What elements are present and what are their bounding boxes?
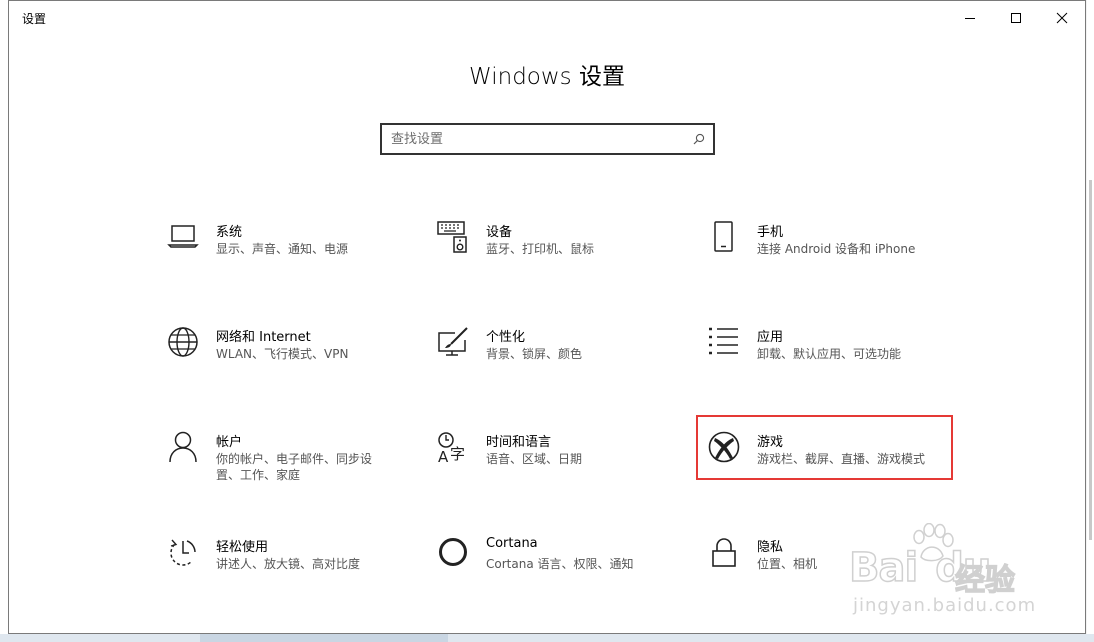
tile-accounts[interactable]: 帐户 你的帐户、电子邮件、同步设置、工作、家庭 bbox=[167, 431, 425, 495]
cortana-icon bbox=[439, 538, 467, 566]
tile-name: 隐私 bbox=[757, 540, 784, 555]
tile-phone[interactable]: 手机 连接 Android 设备和 iPhone bbox=[708, 221, 966, 285]
tile-description: 显示、声音、通知、电源 bbox=[216, 242, 349, 256]
background-taskbar-strip bbox=[0, 634, 1094, 642]
tile-name: 时间和语言 bbox=[486, 435, 552, 450]
lock-icon bbox=[712, 538, 736, 567]
tile-name: 网络和 Internet bbox=[216, 330, 311, 345]
minimize-button[interactable] bbox=[947, 1, 993, 35]
svg-text:字: 字 bbox=[450, 445, 465, 463]
tile-name: Cortana bbox=[486, 536, 538, 551]
tile-name: 个性化 bbox=[486, 330, 526, 345]
tile-name: 手机 bbox=[757, 225, 784, 240]
tile-name: 设备 bbox=[486, 225, 513, 240]
tile-description: 蓝牙、打印机、鼠标 bbox=[486, 242, 595, 256]
search-icon[interactable] bbox=[693, 133, 705, 145]
tile-ease-of-access[interactable]: 轻松使用 讲述人、放大镜、高对比度 bbox=[167, 536, 425, 600]
tile-apps[interactable]: 应用 卸载、默认应用、可选功能 bbox=[708, 326, 966, 390]
tile-devices[interactable]: 设备 蓝牙、打印机、鼠标 bbox=[437, 221, 695, 285]
time-language-icon: A 字 bbox=[438, 432, 465, 463]
tile-system[interactable]: 系统 显示、声音、通知、电源 bbox=[167, 221, 425, 285]
ease-of-access-icon bbox=[170, 539, 196, 566]
tile-description: 背景、锁屏、颜色 bbox=[486, 347, 583, 361]
laptop-icon bbox=[167, 225, 199, 248]
close-icon bbox=[1056, 12, 1068, 24]
personalization-icon bbox=[438, 327, 468, 356]
phone-icon bbox=[714, 221, 733, 252]
background-window-right bbox=[1087, 0, 1094, 642]
tile-network[interactable]: 网络和 Internet WLAN、飞行模式、VPN bbox=[167, 326, 425, 390]
tile-description: 语音、区域、日期 bbox=[486, 452, 583, 466]
close-button[interactable] bbox=[1039, 1, 1085, 35]
taskbar-item bbox=[200, 634, 448, 642]
tile-description: WLAN、飞行模式、VPN bbox=[216, 347, 349, 361]
title-bar: 设置 bbox=[9, 1, 1085, 35]
watermark-brand-cn: 经验 bbox=[954, 562, 1015, 598]
tile-name: 轻松使用 bbox=[216, 540, 269, 555]
apps-list-icon bbox=[709, 327, 738, 355]
tile-description: 你的帐户、电子邮件、同步设置、工作、家庭 bbox=[216, 452, 373, 482]
background-scrollbar bbox=[1089, 180, 1092, 540]
tile-cortana[interactable]: Cortana Cortana 语言、权限、通知 bbox=[437, 536, 695, 600]
svg-text:A: A bbox=[438, 448, 449, 463]
tile-name: 帐户 bbox=[216, 435, 243, 450]
minimize-icon bbox=[965, 18, 975, 19]
settings-window: 设置 Windows 设置 系统 显示、声音、通知、电源 bbox=[8, 0, 1086, 634]
baidu-jingyan-watermark: Bai du 经验 jingyan.baidu.com bbox=[847, 523, 1047, 616]
tile-description: 卸载、默认应用、可选功能 bbox=[757, 347, 902, 361]
watermark-url: jingyan.baidu.com bbox=[853, 595, 1037, 616]
devices-icon bbox=[437, 221, 467, 253]
tile-description: 连接 Android 设备和 iPhone bbox=[757, 242, 916, 256]
page-title: Windows 设置 bbox=[469, 64, 625, 90]
search-input[interactable] bbox=[391, 125, 681, 153]
maximize-icon bbox=[1011, 13, 1021, 23]
search-box[interactable] bbox=[380, 123, 715, 155]
maximize-button[interactable] bbox=[993, 1, 1039, 35]
tile-description: 讲述人、放大镜、高对比度 bbox=[216, 557, 361, 571]
tile-time-language[interactable]: A 字 时间和语言 语音、区域、日期 bbox=[437, 431, 695, 495]
tile-personalization[interactable]: 个性化 背景、锁屏、颜色 bbox=[437, 326, 695, 390]
globe-icon bbox=[168, 327, 198, 357]
highlight-box bbox=[696, 415, 953, 480]
window-title: 设置 bbox=[22, 12, 47, 26]
tile-name: 应用 bbox=[757, 330, 784, 345]
person-icon bbox=[169, 431, 197, 463]
tile-name: 系统 bbox=[216, 225, 243, 240]
tile-description: Cortana 语言、权限、通知 bbox=[486, 557, 634, 571]
